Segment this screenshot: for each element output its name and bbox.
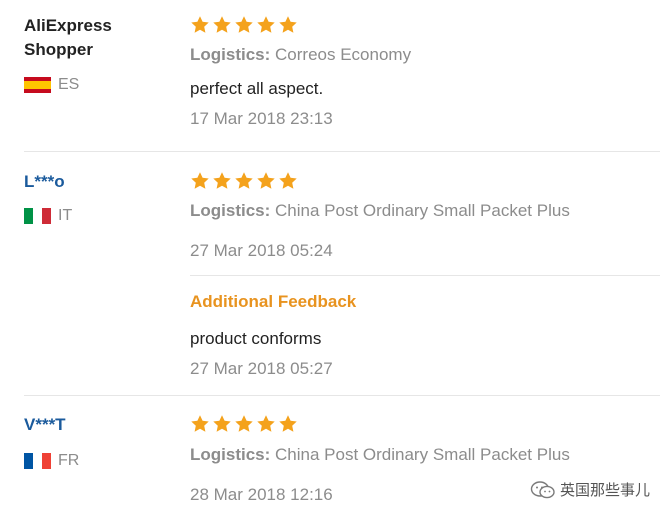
france-flag-icon — [24, 453, 51, 469]
spain-flag-icon — [24, 77, 51, 93]
logistics-label: Logistics: — [190, 445, 271, 464]
reviewer-name-link[interactable]: V***T — [24, 413, 66, 437]
italy-flag-icon — [24, 208, 51, 224]
watermark: 英国那些事儿 — [530, 479, 650, 500]
logistics-value: China Post Ordinary Small Packet Plus — [275, 201, 570, 220]
wechat-icon — [530, 480, 555, 498]
star-icon — [257, 172, 275, 189]
star-icon — [191, 16, 209, 33]
star-icon — [235, 415, 253, 432]
logistics-label: Logistics: — [190, 201, 271, 220]
star-icon — [213, 415, 231, 432]
logistics-value: Correos Economy — [275, 45, 412, 64]
logistics-info: Logistics: Correos Economy — [190, 44, 411, 66]
reviewer-country: FR — [24, 452, 79, 470]
star-icon — [257, 415, 275, 432]
additional-feedback-date: 27 Mar 2018 05:27 — [190, 359, 333, 378]
logistics-info: Logistics: China Post Ordinary Small Pac… — [190, 200, 570, 222]
logistics-value: China Post Ordinary Small Packet Plus — [275, 445, 570, 464]
star-icon — [213, 16, 231, 33]
watermark-text: 英国那些事儿 — [559, 482, 650, 499]
logistics-info: Logistics: China Post Ordinary Small Pac… — [190, 444, 570, 466]
review-divider — [24, 151, 660, 152]
star-rating — [190, 15, 298, 35]
star-icon — [191, 172, 209, 189]
country-code: ES — [58, 76, 80, 93]
review-divider — [24, 395, 660, 396]
star-rating — [190, 171, 298, 191]
star-icon — [235, 16, 253, 33]
star-icon — [191, 415, 209, 432]
reviewer-country: IT — [24, 207, 72, 225]
country-code: IT — [58, 207, 73, 224]
additional-divider — [190, 275, 660, 276]
logistics-label: Logistics: — [190, 45, 271, 64]
review-date: 17 Mar 2018 23:13 — [190, 109, 333, 128]
country-code: FR — [58, 452, 80, 469]
star-icon — [279, 172, 297, 189]
reviewer-country: ES — [24, 76, 79, 94]
review-date: 27 Mar 2018 05:24 — [190, 241, 333, 260]
reviewer-name-link[interactable]: L***o — [24, 170, 65, 194]
feedback-text: perfect all aspect. — [190, 79, 324, 98]
additional-feedback-text: product conforms — [190, 329, 322, 348]
star-icon — [279, 415, 297, 432]
review-date: 28 Mar 2018 12:16 — [190, 485, 333, 504]
star-icon — [279, 16, 297, 33]
star-icon — [257, 16, 275, 33]
additional-feedback-title: Additional Feedback — [190, 292, 357, 311]
star-icon — [213, 172, 231, 189]
star-icon — [235, 172, 253, 189]
reviewer-name: AliExpress Shopper — [24, 16, 112, 59]
star-rating — [190, 414, 298, 434]
